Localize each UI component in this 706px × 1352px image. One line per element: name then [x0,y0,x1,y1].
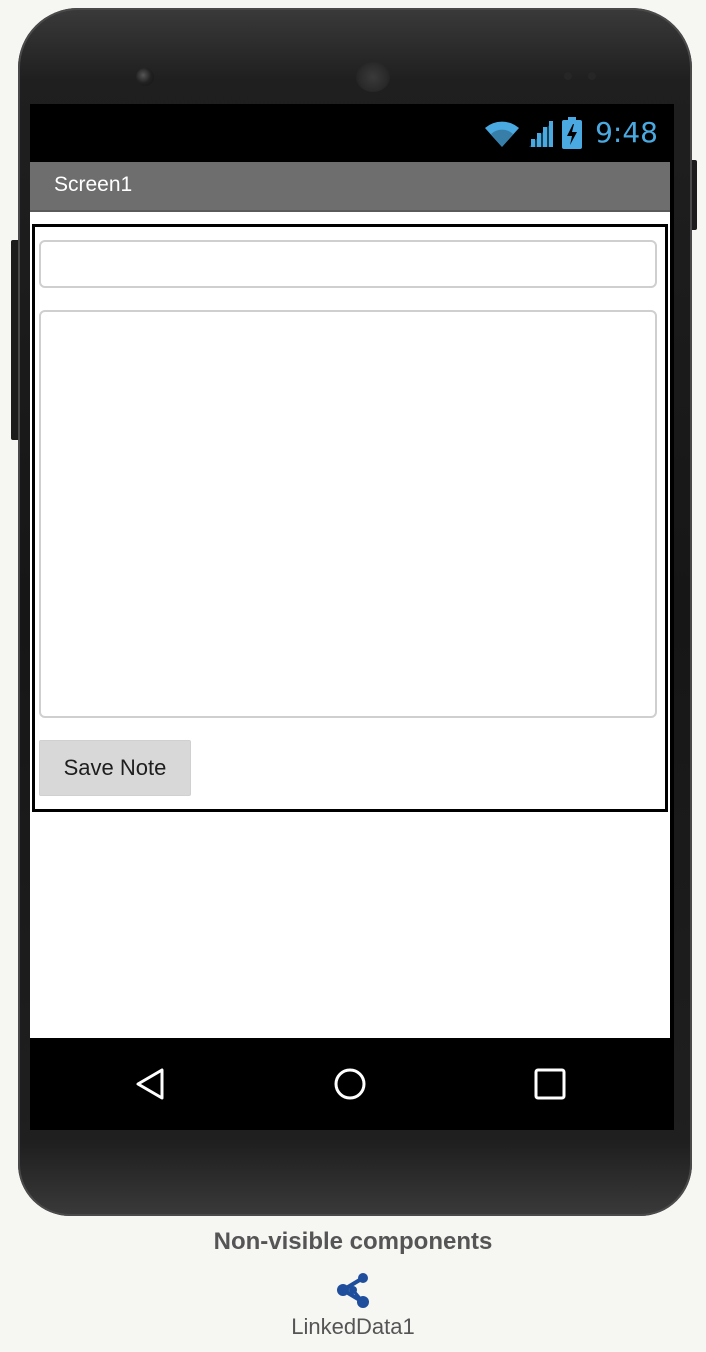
linked-data-icon [337,1273,369,1308]
screen-title-bar: Screen1 [30,162,670,214]
status-time: 9:48 [595,116,658,149]
earpiece-speaker [356,62,390,92]
back-icon [136,1068,164,1100]
back-button[interactable] [130,1064,170,1104]
front-camera [136,68,154,86]
signal-icon [529,121,554,147]
save-note-button[interactable]: Save Note [39,740,191,796]
status-bar: 9:48 [30,104,674,162]
battery-charging-icon [562,117,583,149]
home-button[interactable] [330,1064,370,1104]
home-icon [334,1068,366,1100]
status-icons: 9:48 [483,116,658,150]
proximity-sensor [564,72,572,80]
non-visible-component-linkeddata[interactable]: LinkedData1 [253,1272,453,1340]
light-sensor [588,72,596,80]
wifi-icon [485,121,520,147]
note-body-textarea[interactable] [39,310,657,718]
non-visible-components-heading: Non-visible components [213,1228,493,1255]
recents-icon [534,1068,566,1100]
designer-viewer: 9:48 Screen1 Save Note Non-visible compo… [0,0,706,1352]
non-visible-component-label: LinkedData1 [291,1314,415,1339]
recents-button[interactable] [530,1064,570,1104]
navigation-bar [30,1038,674,1130]
note-title-textbox[interactable] [39,240,657,288]
app-content: Save Note [30,212,670,1038]
screen-title: Screen1 [54,173,133,196]
phone-screen: 9:48 Screen1 Save Note [30,104,674,1130]
vertical-arrangement: Save Note [32,224,668,812]
